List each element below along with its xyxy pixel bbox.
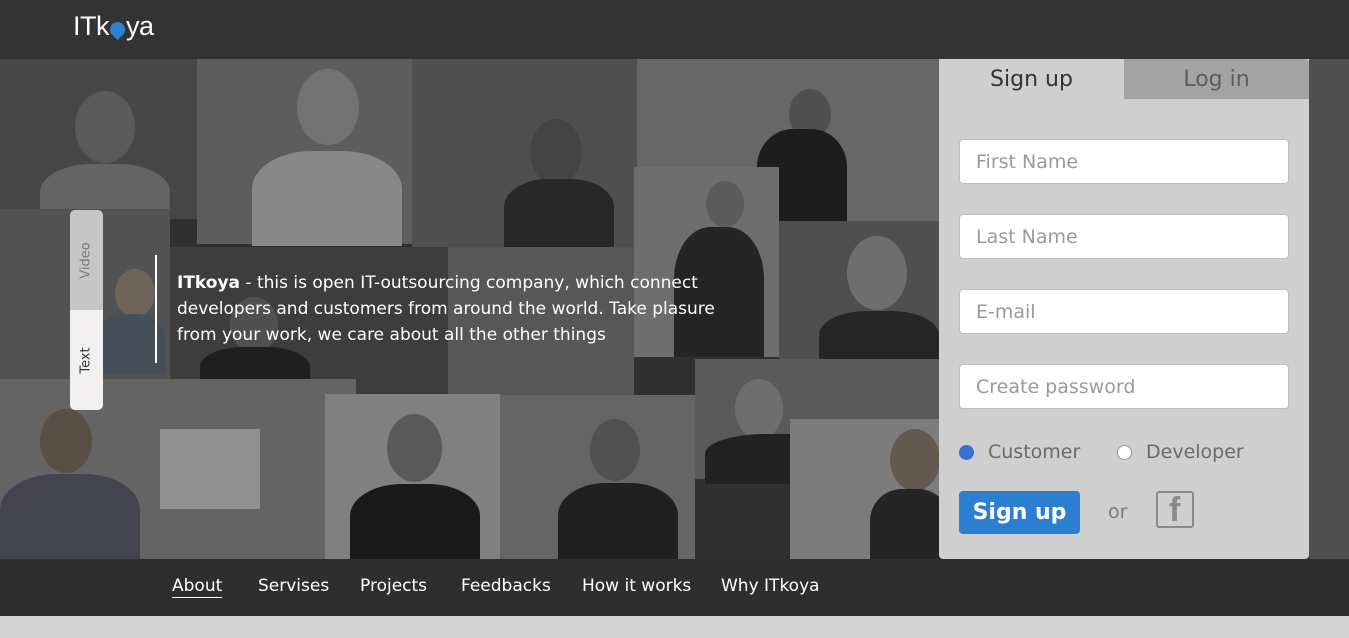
tab-video[interactable]: Video xyxy=(70,210,103,310)
nav-why-itkoya[interactable]: Why ITkoya xyxy=(721,576,820,596)
auth-tabs: Sign up Log in xyxy=(939,59,1309,99)
intro-body: - this is open IT-outsourcing company, w… xyxy=(177,273,715,345)
nav-servises[interactable]: Servises xyxy=(258,576,329,596)
logo-text-start: ITk xyxy=(73,11,110,41)
nav-feedbacks[interactable]: Feedbacks xyxy=(461,576,551,596)
logo-drop-icon xyxy=(106,18,129,41)
email-field[interactable] xyxy=(959,289,1289,334)
radio-selected-icon[interactable] xyxy=(959,444,974,460)
intro-text: ITkoya - this is open IT-outsourcing com… xyxy=(177,270,737,348)
tab-video-label: Video xyxy=(79,241,94,279)
logo[interactable]: ITk ya xyxy=(73,11,154,42)
facebook-icon: f xyxy=(1169,491,1181,529)
signup-panel: Sign up Log in Customer Developer Sign u… xyxy=(939,59,1309,559)
facebook-button[interactable]: f xyxy=(1156,491,1194,529)
sign-up-button[interactable]: Sign up xyxy=(959,491,1080,534)
top-bar: ITk ya xyxy=(0,0,1349,59)
tab-log-in[interactable]: Log in xyxy=(1124,59,1309,99)
logo-text-end: ya xyxy=(126,11,154,41)
role-customer-label: Customer xyxy=(988,441,1081,463)
first-name-field[interactable] xyxy=(959,139,1289,184)
intro-brand: ITkoya xyxy=(177,273,241,293)
nav-about[interactable]: About xyxy=(172,576,223,598)
or-separator: or xyxy=(1108,501,1128,523)
tab-sign-up[interactable]: Sign up xyxy=(939,59,1124,99)
role-option-developer[interactable]: Developer xyxy=(1117,441,1244,463)
role-option-customer[interactable]: Customer xyxy=(959,441,1080,463)
tab-text-label: Text xyxy=(78,346,94,374)
media-tabs: Video Text xyxy=(70,210,103,410)
radio-unselected-icon[interactable] xyxy=(1117,444,1132,460)
tab-text[interactable]: Text xyxy=(70,310,103,410)
intro-divider xyxy=(155,255,157,363)
role-developer-label: Developer xyxy=(1146,441,1244,463)
last-name-field[interactable] xyxy=(959,214,1289,259)
nav-projects[interactable]: Projects xyxy=(360,576,427,596)
nav-how-it-works[interactable]: How it works xyxy=(582,576,691,596)
main-nav: About Servises Projects Feedbacks How it… xyxy=(0,559,1349,616)
password-field[interactable] xyxy=(959,364,1289,409)
